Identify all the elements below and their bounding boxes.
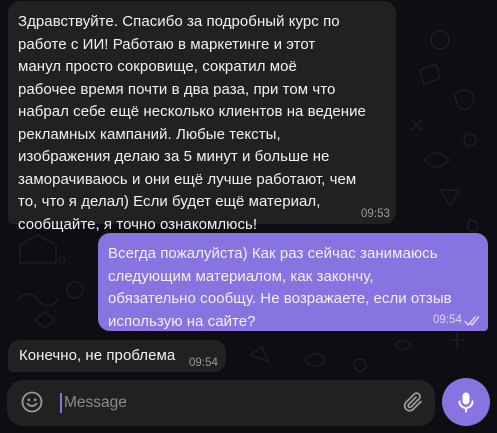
message-text: Всегда пожалуйста) Как раз сейчас занима… <box>108 245 452 330</box>
voice-record-button[interactable] <box>442 378 490 426</box>
message-bubble-incoming[interactable]: Конечно, не проблема 09:54 <box>8 340 226 372</box>
message-bubble-outgoing[interactable]: Всегда пожалуйста) Как раз сейчас занима… <box>98 233 488 331</box>
message-text: Конечно, не проблема <box>19 347 176 364</box>
paperclip-icon[interactable] <box>401 390 425 414</box>
message-time: 09:54 <box>188 357 218 369</box>
double-check-icon <box>464 316 480 326</box>
message-input[interactable] <box>64 389 394 417</box>
microphone-icon <box>458 392 474 413</box>
message-time: 09:54 <box>432 314 462 326</box>
message-time: 09:53 <box>360 208 390 220</box>
text-cursor <box>60 393 62 413</box>
message-bubble-incoming[interactable]: Здравствуйте. Спасибо за подробный курс … <box>8 1 396 233</box>
smile-icon[interactable] <box>20 390 44 414</box>
message-text: Здравствуйте. Спасибо за подробный курс … <box>18 13 366 233</box>
message-composer <box>7 380 435 426</box>
